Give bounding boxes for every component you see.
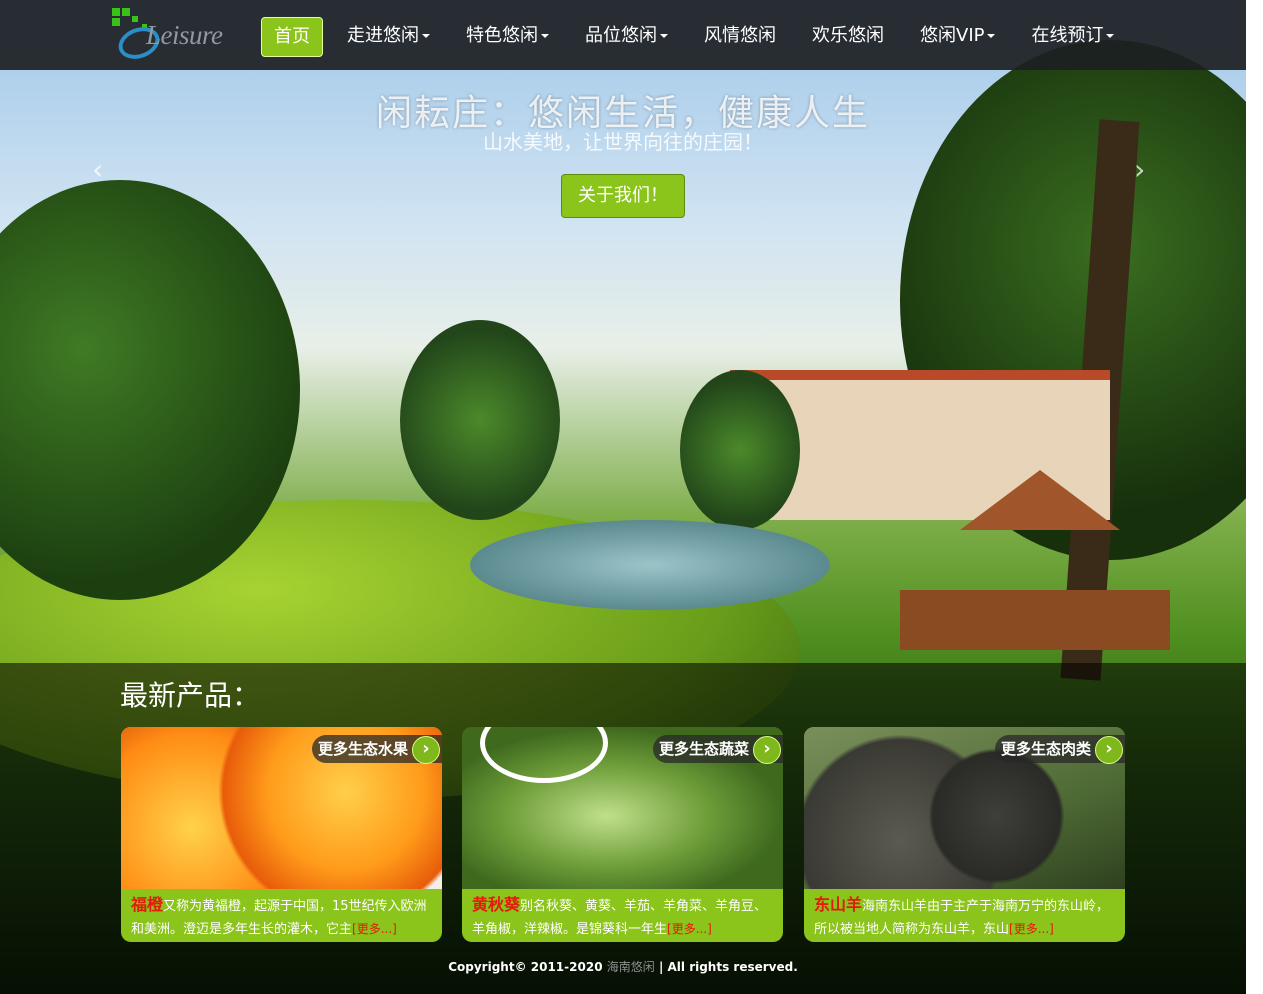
- nav-item-label: 品位悠闲: [585, 25, 657, 46]
- chevron-right-icon: ›: [412, 736, 440, 764]
- more-link-label: 更多生态蔬菜: [658, 740, 749, 758]
- product-name: 福橙: [131, 895, 164, 914]
- nav-item[interactable]: 在线预订: [1019, 17, 1126, 55]
- next-slide-button[interactable]: ›: [1134, 156, 1154, 184]
- chevron-right-icon: ›: [753, 736, 781, 764]
- read-more-link[interactable]: [更多...]: [352, 922, 397, 936]
- logo-pixel: [132, 16, 138, 22]
- product-card-orange[interactable]: 更多生态水果 › 福橙又称为黄福橙，起源于中国，15世纪传入欧洲和美洲。澄迈是多…: [121, 727, 442, 942]
- chevron-right-icon: ›: [1095, 736, 1123, 764]
- logo-text: Leisure: [146, 20, 223, 50]
- product-description: 黄秋葵别名秋葵、黄葵、羊茄、羊角菜、羊角豆、羊角椒，洋辣椒。是锦葵科一年生[更多…: [472, 894, 773, 940]
- nav-item-label: 欢乐悠闲: [812, 25, 884, 46]
- nav-item-label: 走进悠闲: [347, 25, 419, 46]
- nav-item[interactable]: 欢乐悠闲: [800, 17, 896, 55]
- product-card-goat[interactable]: 更多生态肉类 › 东山羊海南东山羊由于主产于海南万宁的东山岭，所以被当地人简称为…: [804, 727, 1125, 942]
- plate-rim: [480, 727, 608, 783]
- nav-item-label: 首页: [274, 26, 310, 47]
- more-fruit-link[interactable]: 更多生态水果 ›: [311, 735, 442, 764]
- more-link-label: 更多生态肉类: [1000, 740, 1091, 758]
- nav-item-label: 特色悠闲: [466, 25, 538, 46]
- product-description: 福橙又称为黄福橙，起源于中国，15世纪传入欧洲和美洲。澄迈是多年生长的灌木，它主…: [131, 894, 432, 940]
- nav-item[interactable]: 风情悠闲: [692, 17, 788, 55]
- nav-item[interactable]: 特色悠闲: [454, 17, 561, 55]
- rights-text: | All rights reserved.: [658, 960, 798, 974]
- caret-down-icon: [541, 34, 549, 38]
- top-navbar: Leisure 首页 走进悠闲 特色悠闲 品位悠闲 风情悠闲 欢乐悠闲 悠闲VIP 在线预订: [0, 0, 1246, 70]
- caret-down-icon: [987, 34, 996, 38]
- products-heading: 最新产品：: [120, 679, 261, 712]
- product-name: 东山羊: [814, 895, 863, 914]
- page-scrollbar[interactable]: [1246, 0, 1263, 994]
- product-description: 东山羊海南东山羊由于主产于海南万宁的东山岭，所以被当地人简称为东山羊，东山[更多…: [814, 894, 1115, 940]
- nav-item-label: 悠闲VIP: [920, 25, 985, 46]
- site-name-link[interactable]: 海南悠闲: [607, 960, 655, 974]
- nav-item[interactable]: 走进悠闲: [335, 17, 442, 55]
- nav-item-label: 在线预订: [1031, 25, 1104, 46]
- prev-slide-button[interactable]: ‹: [92, 156, 112, 184]
- product-name: 黄秋葵: [472, 895, 521, 914]
- more-link-label: 更多生态水果: [317, 740, 408, 758]
- scenery-pond: [470, 520, 830, 610]
- scenery-tree: [680, 370, 800, 530]
- site-logo[interactable]: Leisure: [110, 6, 240, 65]
- caret-down-icon: [1106, 34, 1115, 38]
- nav-item[interactable]: 首页: [261, 17, 323, 57]
- nav-item-label: 风情悠闲: [704, 25, 776, 46]
- nav-item[interactable]: 品位悠闲: [573, 17, 680, 55]
- product-card-okra[interactable]: 更多生态蔬菜 › 黄秋葵别名秋葵、黄葵、羊茄、羊角菜、羊角豆、羊角椒，洋辣椒。是…: [462, 727, 783, 942]
- scenery-tree: [400, 320, 560, 520]
- footer-copyright: Copyright© 2011-2020 海南悠闲 | All rights r…: [0, 958, 1246, 975]
- hero-subtitle: 山水美地，让世界向往的庄园！: [483, 130, 763, 154]
- read-more-link[interactable]: [更多...]: [1009, 922, 1054, 936]
- more-vegetable-link[interactable]: 更多生态蔬菜 ›: [652, 735, 783, 764]
- read-more-link[interactable]: [更多...]: [667, 922, 712, 936]
- caret-down-icon: [422, 34, 430, 38]
- caret-down-icon: [660, 34, 668, 38]
- copyright-text: Copyright© 2011-2020: [448, 960, 603, 974]
- scenery-deck: [900, 590, 1170, 650]
- about-us-button[interactable]: 关于我们！: [561, 174, 685, 218]
- logo-pixel: [112, 8, 120, 16]
- nav-item[interactable]: 悠闲VIP: [908, 17, 1007, 55]
- more-meat-link[interactable]: 更多生态肉类 ›: [994, 735, 1125, 764]
- logo-pixel: [112, 18, 120, 26]
- logo-pixel: [122, 8, 130, 16]
- main-nav: 首页 走进悠闲 特色悠闲 品位悠闲 风情悠闲 欢乐悠闲 悠闲VIP 在线预订: [261, 17, 1138, 57]
